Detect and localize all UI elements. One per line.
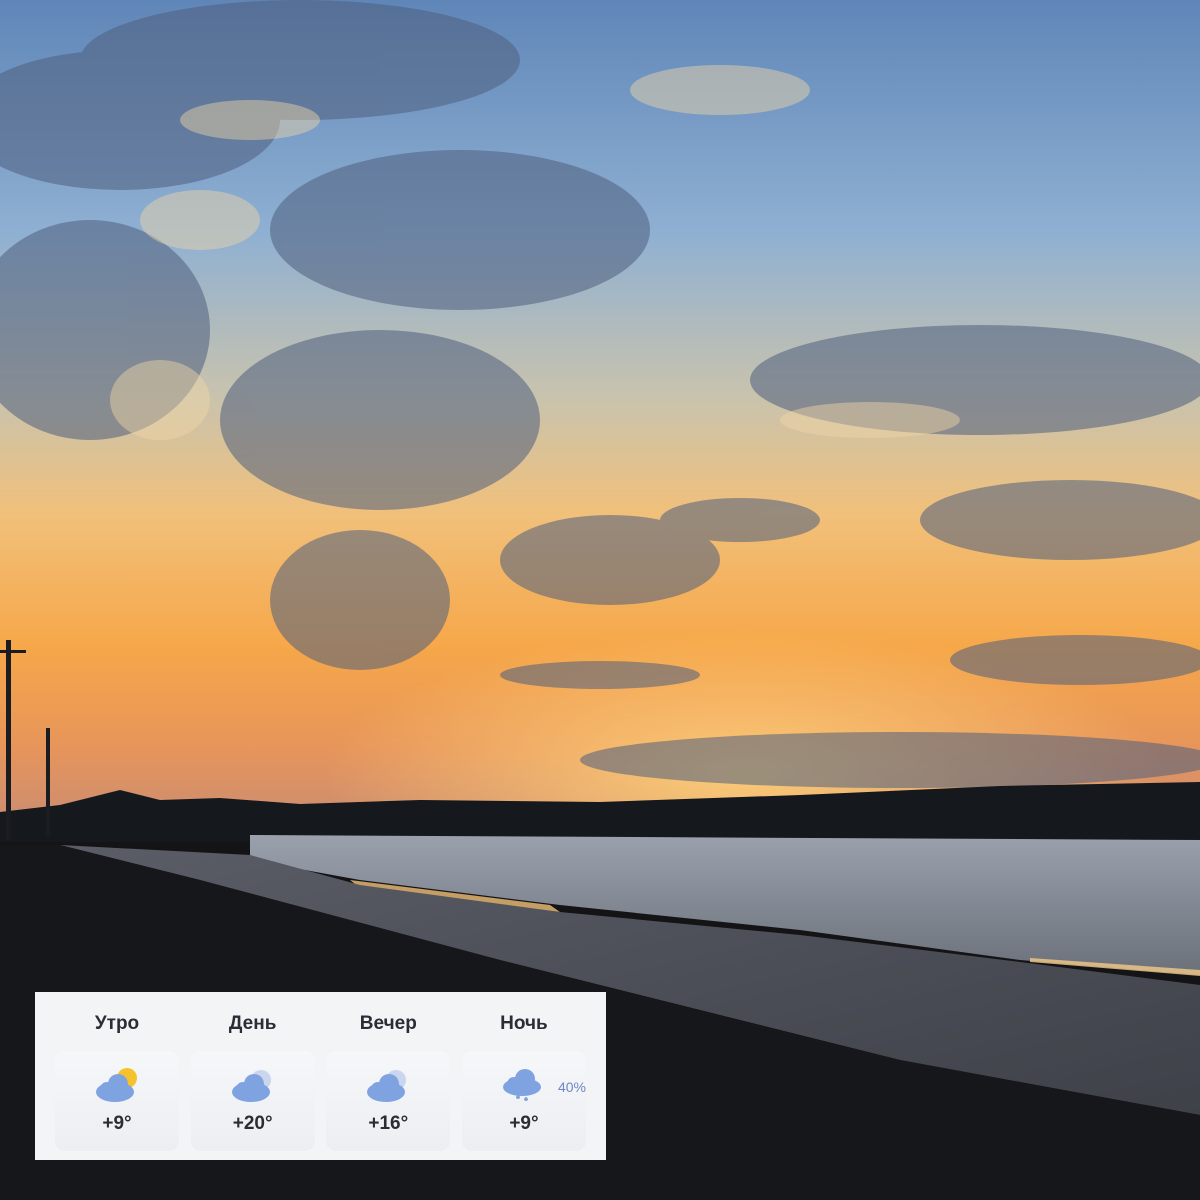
cloudy-icon xyxy=(364,1065,412,1103)
weather-forecast-card: Утро +9° День +20° Вечер +16° Ночь 40% +… xyxy=(35,992,606,1160)
period-temperature: +20° xyxy=(232,1113,273,1134)
period-label: Утро xyxy=(94,1013,140,1034)
period-temperature: +16° xyxy=(368,1113,409,1134)
partly-cloudy-sun-icon xyxy=(93,1065,141,1103)
period-temperature: +9° xyxy=(509,1113,539,1134)
period-label: Вечер xyxy=(359,1013,417,1034)
forecast-tile: +9° xyxy=(55,1051,179,1151)
cloudy-icon xyxy=(229,1065,277,1103)
precipitation-chance: 40% xyxy=(557,1079,586,1095)
forecast-tile: +16° xyxy=(326,1051,451,1151)
forecast-tile: 40% +9° xyxy=(461,1051,586,1151)
forecast-period-evening: Вечер +16° xyxy=(324,992,452,1160)
forecast-tile: +20° xyxy=(190,1051,315,1151)
period-label: Ночь xyxy=(500,1013,548,1034)
period-label: День xyxy=(228,1013,277,1034)
period-temperature: +9° xyxy=(102,1113,132,1134)
forecast-period-day: День +20° xyxy=(189,992,317,1160)
forecast-period-morning: Утро +9° xyxy=(53,992,181,1160)
forecast-period-night: Ночь 40% +9° xyxy=(460,992,588,1160)
rain-cloud-icon xyxy=(500,1065,548,1103)
